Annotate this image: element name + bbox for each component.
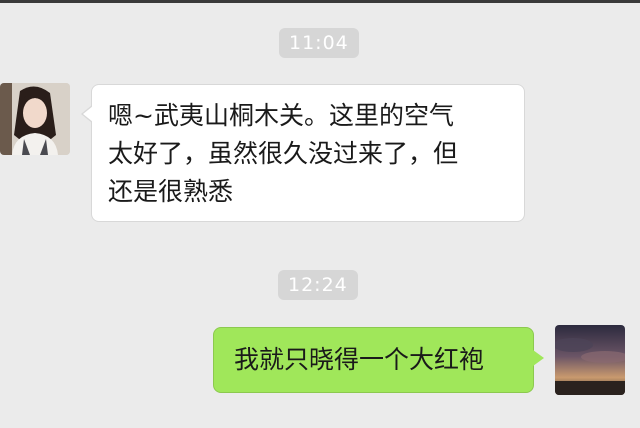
my-avatar[interactable]	[555, 325, 625, 395]
sunset-sky-avatar-icon	[555, 325, 625, 395]
message-text-line: 我就只晓得一个大红袍	[234, 345, 485, 374]
incoming-message-bubble[interactable]: 嗯~武夷山桐木关。这里的空气 太好了，虽然很久没过来了，但 还是很熟悉	[81, 84, 525, 222]
outgoing-message-bubble[interactable]: 我就只晓得一个大红袍	[213, 327, 544, 393]
message-text-line: 还是很熟悉	[108, 177, 234, 206]
status-bar-edge	[0, 0, 640, 3]
message-text-line: 嗯~武夷山桐木关。这里的空气	[108, 101, 454, 130]
timestamp: 11:04	[279, 28, 359, 58]
contact-avatar[interactable]	[0, 83, 70, 155]
message-text-line: 太好了，虽然很久没过来了，但	[108, 139, 459, 168]
timestamp: 12:24	[278, 270, 358, 300]
woman-portrait-avatar-icon	[0, 83, 70, 155]
